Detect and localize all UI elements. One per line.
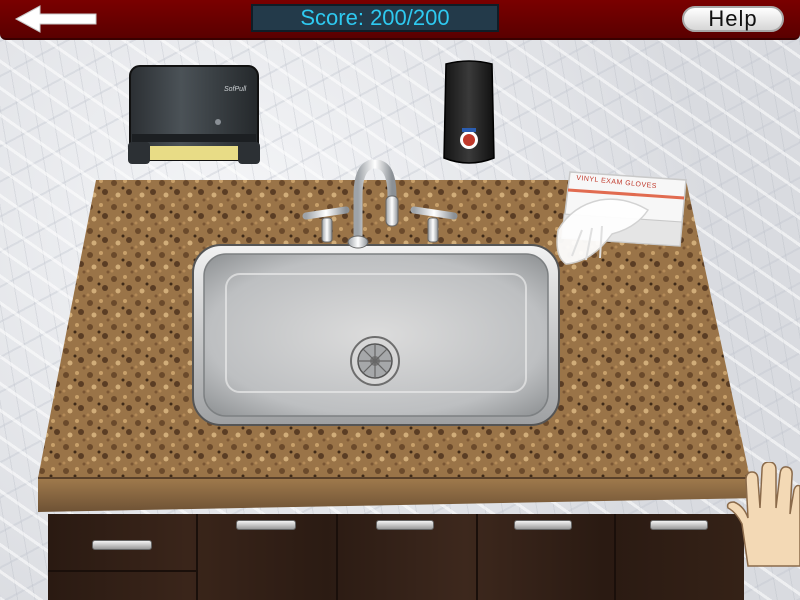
- back-arrow-button[interactable]: [14, 4, 98, 34]
- drawer-gap: [48, 570, 198, 572]
- cabinet-divider: [476, 514, 478, 600]
- help-button[interactable]: Help: [682, 6, 784, 32]
- faucet-icon: [302, 159, 458, 249]
- paper-towel-dispenser[interactable]: SofPull: [128, 64, 260, 166]
- cabinet-divider: [336, 514, 338, 600]
- faucet[interactable]: [300, 159, 460, 250]
- soap-dispenser-icon: [443, 60, 495, 164]
- hand-cursor[interactable]: [726, 461, 800, 568]
- sink-basin[interactable]: [192, 244, 560, 426]
- drawer-handle[interactable]: [92, 540, 152, 550]
- cabinet-divider: [614, 514, 616, 600]
- cabinet-handle[interactable]: [650, 520, 708, 530]
- score-display: Score: 200/200: [251, 4, 499, 32]
- hand-icon: [726, 461, 800, 567]
- cabinet-handle[interactable]: [236, 520, 296, 530]
- cabinet-base: [48, 514, 744, 600]
- paper-towel-dispenser-icon: [128, 65, 260, 164]
- soap-dispenser[interactable]: [440, 60, 498, 168]
- back-arrow-icon: [14, 5, 97, 33]
- cabinet-handle[interactable]: [376, 520, 434, 530]
- cabinet-divider: [196, 514, 198, 600]
- exam-gloves-box[interactable]: VINYL EXAM GLOVES: [552, 170, 688, 268]
- cabinet-handle[interactable]: [514, 520, 572, 530]
- towel-dispenser-label: SofPull: [224, 86, 247, 93]
- top-bar: Score: 200/200 Help: [0, 0, 800, 40]
- sink-icon: [192, 244, 560, 426]
